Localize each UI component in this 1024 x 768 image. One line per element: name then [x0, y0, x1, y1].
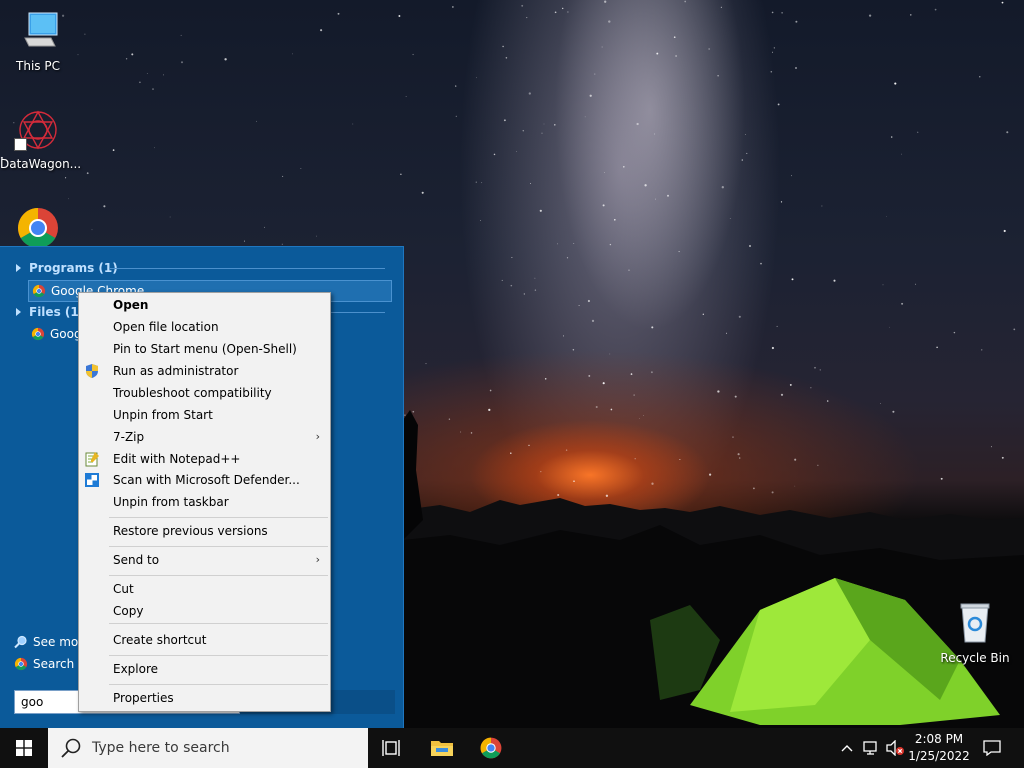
- ctx-separator: [109, 623, 328, 624]
- ctx-item-label: Unpin from Start: [113, 408, 213, 422]
- notepad-icon: [84, 451, 100, 467]
- magnifier-icon: [14, 635, 27, 649]
- desktop-icon-datawagon[interactable]: DataWagon...: [0, 108, 82, 171]
- windows-logo-icon: [16, 740, 32, 756]
- submenu-arrow-icon: ›: [315, 553, 320, 566]
- ctx-item-pin-to-start-menu-open-shell[interactable]: Pin to Start menu (Open-Shell): [81, 338, 328, 360]
- volume-button[interactable]: [884, 728, 906, 768]
- result-label: Goog: [50, 327, 82, 341]
- ctx-item-label: Copy: [113, 604, 144, 618]
- ctx-item-copy[interactable]: Copy: [81, 600, 328, 622]
- see-more-results-link[interactable]: See mor: [14, 635, 83, 649]
- taskbar-clock[interactable]: 2:08 PM 1/25/2022: [906, 731, 972, 765]
- chrome-icon: [31, 327, 45, 341]
- ctx-item-edit-with-notepad[interactable]: Edit with Notepad++: [81, 448, 328, 470]
- files-header-label: Files (1): [29, 305, 85, 319]
- taskbar-search-box[interactable]: Type here to search: [48, 728, 368, 768]
- ctx-item-explore[interactable]: Explore: [81, 658, 328, 680]
- ctx-item-unpin-from-taskbar[interactable]: Unpin from taskbar: [81, 491, 328, 513]
- network-icon: [863, 741, 877, 755]
- volume-muted-icon: [886, 740, 904, 756]
- ctx-item-label: Unpin from taskbar: [113, 495, 229, 509]
- ctx-item-label: Troubleshoot compatibility: [113, 386, 272, 400]
- ctx-item-create-shortcut[interactable]: Create shortcut: [81, 629, 328, 651]
- desktop-icon-this-pc[interactable]: This PC: [0, 10, 76, 73]
- ctx-separator: [109, 655, 328, 656]
- programs-header-label: Programs (1): [29, 261, 118, 275]
- desktop-icon-label: This PC: [16, 59, 60, 73]
- ctx-item-7-zip[interactable]: 7-Zip ›: [81, 426, 328, 448]
- chrome-icon: [480, 737, 502, 759]
- section-divider: [110, 268, 385, 269]
- ctx-item-label: Cut: [113, 582, 134, 596]
- programs-section-header[interactable]: Programs (1): [16, 261, 118, 275]
- notification-icon: [983, 740, 1001, 756]
- clock-time: 2:08 PM: [914, 732, 964, 746]
- ctx-separator: [109, 546, 328, 547]
- ctx-item-label: Scan with Microsoft Defender...: [113, 473, 300, 487]
- chrome-icon: [32, 284, 46, 298]
- ctx-item-label: Open file location: [113, 320, 219, 334]
- search-placeholder: Type here to search: [92, 740, 230, 756]
- ctx-item-label: Properties: [113, 691, 174, 705]
- ctx-item-open[interactable]: Open: [81, 294, 328, 316]
- computer-icon: [24, 12, 58, 47]
- ctx-separator: [109, 575, 328, 576]
- desktop-icon-recycle-bin[interactable]: Recycle Bin: [937, 600, 1013, 665]
- chrome-icon: [18, 208, 58, 248]
- ctx-item-properties[interactable]: Properties: [81, 687, 328, 709]
- task-view-icon: [382, 740, 400, 756]
- context-menu: Open Open file location Pin to Start menu …: [78, 292, 331, 712]
- desktop-icon-label: DataWagon...: [0, 157, 82, 171]
- ctx-item-restore-previous-versions[interactable]: Restore previous versions: [81, 520, 328, 542]
- ctx-item-open-file-location[interactable]: Open file location: [81, 316, 328, 338]
- ctx-item-label: Edit with Notepad++: [113, 452, 241, 466]
- ctx-item-scan-with-microsoft-defender[interactable]: Scan with Microsoft Defender...: [81, 469, 328, 491]
- ctx-item-troubleshoot-compatibility[interactable]: Troubleshoot compatibility: [81, 382, 328, 404]
- ctx-item-send-to[interactable]: Send to ›: [81, 549, 328, 571]
- files-section-header[interactable]: Files (1): [16, 305, 84, 319]
- chrome-taskbar-button[interactable]: [467, 728, 515, 768]
- ctx-item-label: Run as administrator: [113, 364, 239, 378]
- expand-triangle-icon: [16, 308, 21, 316]
- ctx-item-label: Create shortcut: [113, 633, 207, 647]
- shortcut-arrow-icon: [14, 138, 27, 151]
- action-center-button[interactable]: [978, 728, 1006, 768]
- start-button[interactable]: [0, 728, 48, 768]
- defender-icon: [84, 472, 100, 488]
- clock-date: 1/25/2022: [908, 749, 970, 763]
- chevron-up-icon: [841, 745, 853, 752]
- ctx-item-label: Pin to Start menu (Open-Shell): [113, 342, 297, 356]
- network-status-button[interactable]: [860, 728, 884, 768]
- ctx-item-label: Explore: [113, 662, 159, 676]
- show-hidden-icons-button[interactable]: [836, 728, 858, 768]
- chrome-icon: [14, 657, 28, 671]
- task-view-button[interactable]: [368, 728, 416, 768]
- search-icon: [61, 738, 81, 758]
- ctx-item-label: Restore previous versions: [113, 524, 268, 538]
- submenu-arrow-icon: ›: [315, 430, 320, 443]
- ctx-item-label: Open: [113, 298, 149, 312]
- ctx-item-label: 7-Zip: [113, 430, 145, 444]
- recycle-bin-icon: [960, 603, 990, 643]
- ctx-separator: [109, 684, 328, 685]
- file-explorer-button[interactable]: [418, 728, 466, 768]
- ctx-item-label: Send to: [113, 553, 160, 567]
- folder-icon: [431, 741, 453, 756]
- shield-icon: [84, 363, 100, 379]
- desktop-icon-label: Recycle Bin: [940, 651, 1010, 665]
- expand-triangle-icon: [16, 264, 21, 272]
- taskbar: Type here to search 2:08 PM 1/25/2022: [0, 728, 1024, 768]
- ctx-separator: [109, 517, 328, 518]
- ctx-item-unpin-from-start[interactable]: Unpin from Start: [81, 404, 328, 426]
- ctx-item-cut[interactable]: Cut: [81, 578, 328, 600]
- see-more-label: See mor: [33, 635, 84, 649]
- ctx-item-run-as-administrator[interactable]: Run as administrator: [81, 360, 328, 382]
